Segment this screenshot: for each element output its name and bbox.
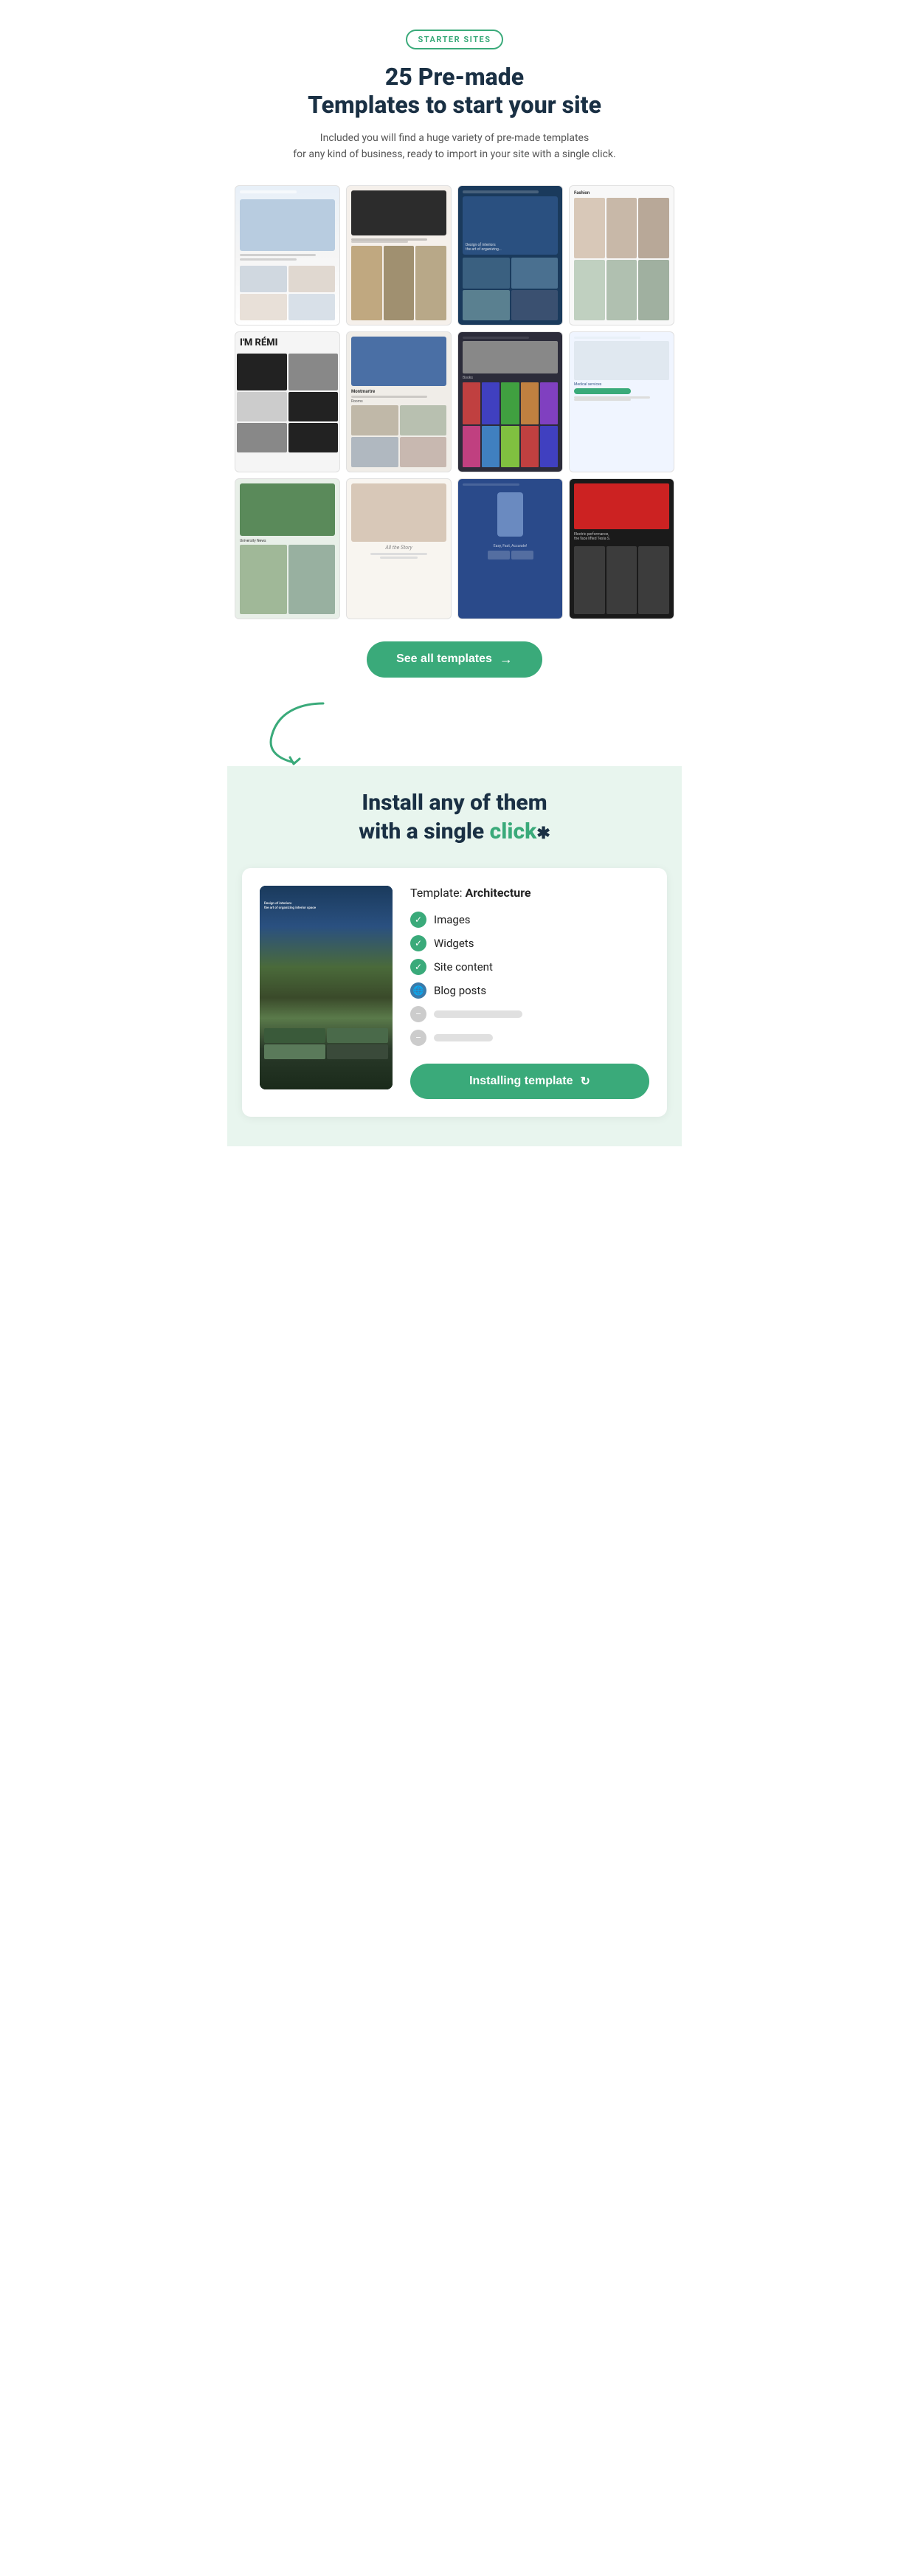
template-card[interactable]: Fashion: [569, 185, 674, 326]
template-card[interactable]: University News: [235, 478, 340, 619]
arrow-icon: →: [500, 652, 513, 667]
section-title: 25 Pre-made Templates to start your site: [227, 63, 682, 120]
template-card[interactable]: Electric performance,the face lifted Tes…: [569, 478, 674, 619]
install-title: Install any of them with a single click✱: [242, 788, 667, 846]
see-all-section: See all templates →: [227, 641, 682, 678]
feature-item-pending-1: –: [410, 1006, 649, 1022]
template-card[interactable]: [235, 185, 340, 326]
starter-sites-section: STARTER SITES: [227, 0, 682, 49]
template-card[interactable]: All the Story: [346, 478, 452, 619]
template-card-remi[interactable]: I'M RÉMI: [235, 331, 340, 472]
starter-sites-badge: STARTER SITES: [406, 30, 502, 49]
curved-arrow-icon: [264, 700, 338, 766]
template-card[interactable]: Montmartre Rooms: [346, 331, 452, 472]
feature-item-pending-2: –: [410, 1030, 649, 1046]
install-section: Install any of them with a single click✱…: [227, 766, 682, 1146]
template-card[interactable]: Design of interiorsthe art of organizing…: [457, 185, 563, 326]
spinner-icon: ↻: [581, 1074, 590, 1089]
section-description: Included you will find a huge variety of…: [227, 130, 682, 163]
template-card[interactable]: Medical services: [569, 331, 674, 472]
install-card: Design of interiorsthe art of organizing…: [242, 868, 667, 1117]
feature-item-blog-posts: 🌐 Blog posts: [410, 982, 649, 999]
feature-item-images: ✓ Images: [410, 912, 649, 928]
pending-icon: –: [410, 1006, 426, 1022]
feature-item-widgets: ✓ Widgets: [410, 935, 649, 951]
globe-icon: 🌐: [410, 982, 426, 999]
check-icon: ✓: [410, 935, 426, 951]
check-icon: ✓: [410, 912, 426, 928]
install-template-button[interactable]: Installing template ↻: [410, 1064, 649, 1099]
arrow-decoration: [227, 700, 682, 766]
template-preview: Design of interiorsthe art of organizing…: [260, 886, 393, 1090]
template-card[interactable]: Books: [457, 331, 563, 472]
install-info: Template: Architecture ✓ Images ✓ Widget…: [410, 886, 649, 1099]
feature-item-site-content: ✓ Site content: [410, 959, 649, 975]
template-grid: Design of interiorsthe art of organizing…: [227, 185, 682, 619]
check-icon: ✓: [410, 959, 426, 975]
template-name-label: Template: Architecture: [410, 886, 649, 900]
feature-list: ✓ Images ✓ Widgets ✓ Site content 🌐 Blog…: [410, 912, 649, 1046]
template-card[interactable]: [346, 185, 452, 326]
see-all-templates-button[interactable]: See all templates →: [367, 641, 542, 678]
template-card[interactable]: Easy, Fast, Accurate!: [457, 478, 563, 619]
remi-title: I'M RÉMI: [235, 332, 339, 351]
pending-icon: –: [410, 1030, 426, 1046]
